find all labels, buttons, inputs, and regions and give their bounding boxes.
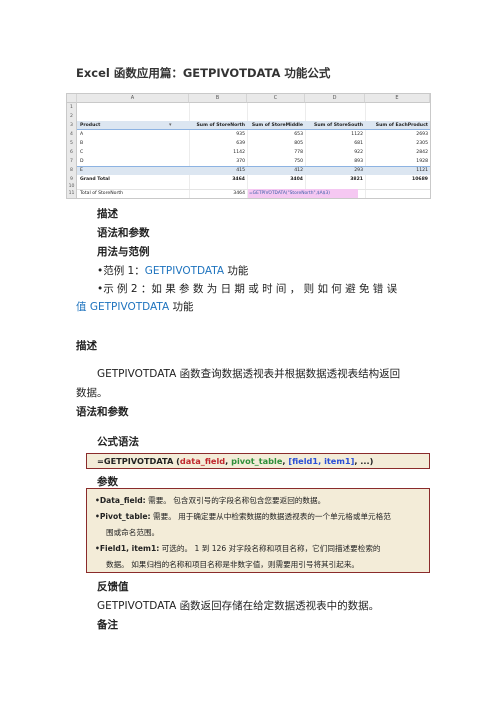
cell-value: 415 <box>236 168 245 173</box>
cell-value: 1142 <box>233 150 245 155</box>
param-data-field: •Data_field: 需要。 包含双引号的字段名称包含您要返回的数据。 <box>95 495 325 506</box>
row-label: C <box>80 150 84 155</box>
cell-value: 653 <box>294 132 303 137</box>
param-field-item: •Field1, item1: 可选的。 1 到 126 对字段名称和项目名称，… <box>95 543 381 554</box>
grand-total-value: 3404 <box>290 177 303 182</box>
param-desc: 可选的。 1 到 126 对字段名称和项目名称，它们同描述要检索的 <box>159 544 381 553</box>
description-line2: 数据。 <box>76 387 108 399</box>
description-line1: GETPIVOTDATA 函数查询数据透视表并根据数据透视表结构返回 <box>97 368 401 380</box>
example-1-link[interactable]: GETPIVOTDATA <box>145 265 224 277</box>
col-header-c: C <box>247 94 305 103</box>
col-header-d: D <box>305 94 365 103</box>
formula-arg-field-item: [field1, item1] <box>288 456 355 466</box>
formula-arg-pivot-table: pivot_table <box>231 456 283 466</box>
example-1-prefix: •范例 1： <box>97 265 145 277</box>
formula-syntax-box: =GETPIVOTDATA (data_field, pivot_table, … <box>86 453 430 469</box>
toc-example-2-line1[interactable]: •示 例 2 ：如 果 参 数 为 日 期 或 时 间 ， 则 如 何 避 免 … <box>97 281 397 296</box>
cell-value: 412 <box>294 168 303 173</box>
row-label: A <box>80 132 84 137</box>
grand-total-value: 10689 <box>412 177 428 182</box>
row-number: 7 <box>67 157 77 166</box>
remarks-heading: 备注 <box>97 619 118 631</box>
return-text: GETPIVOTDATA 函数返回存储在给定数据透视表中的数据。 <box>97 600 380 612</box>
col-header-e: E <box>365 94 430 103</box>
toc-example-2-line2[interactable]: 值 GETPIVOTDATA 功能 <box>76 299 194 314</box>
formula-arg-data-field: data_field <box>179 456 226 466</box>
header-store-south: Sum of StoreSouth <box>314 123 363 128</box>
cell-value: 2693 <box>416 132 428 137</box>
grand-total-value: 3464 <box>232 177 245 182</box>
param-name: •Pivot_table: <box>95 512 151 521</box>
formula-suffix: , ...) <box>354 456 374 466</box>
toc-usage[interactable]: 用法与范例 <box>97 244 150 259</box>
example-2-suffix: 功能 <box>169 301 194 313</box>
cell-value: 935 <box>236 132 245 137</box>
return-heading: 反馈值 <box>97 581 129 593</box>
param-desc: 需要。 包含双引号的字段名称包含您要返回的数据。 <box>145 496 326 505</box>
row-number: 3 <box>67 121 77 130</box>
row-number: 5 <box>67 139 77 148</box>
row-label: D <box>80 159 84 164</box>
formula-function-name: =GETPIVOTDATA ( <box>97 456 180 466</box>
cell-value: 2305 <box>416 141 428 146</box>
col-header-a: A <box>77 94 189 103</box>
row-label: E <box>80 168 83 173</box>
row-number: 2 <box>67 112 77 121</box>
cell-value: 1122 <box>351 132 363 137</box>
param-pivot-table: •Pivot_table: 需要。 用于确定要从中检索数据的数据透视表的一个单元… <box>95 511 391 522</box>
total-row-label: Total of StoreNorth <box>80 191 124 196</box>
param-name: •Field1, item1: <box>95 544 160 553</box>
toc-example-1[interactable]: •范例 1：GETPIVOTDATA 功能 <box>97 263 248 278</box>
row-number: 9 <box>67 175 77 184</box>
cell-value: 639 <box>236 141 245 146</box>
cell-value: 778 <box>294 150 303 155</box>
param-field-item-cont: 数据。 如果归档的名称和项目名称是非数字值，则需要用引号将其引起来。 <box>106 560 360 569</box>
toc-description[interactable]: 描述 <box>97 206 118 221</box>
formula-syntax-heading: 公式语法 <box>97 436 139 448</box>
row-number: 6 <box>67 148 77 157</box>
cell-value: 293 <box>354 168 363 173</box>
header-store-north: Sum of StoreNorth <box>196 123 246 128</box>
params-box: •Data_field: 需要。 包含双引号的字段名称包含您要返回的数据。 •P… <box>86 488 430 573</box>
formula-cell: =GETPIVOTDATA("StoreNorth",$A$3) <box>248 189 358 198</box>
cell-value: 2842 <box>416 150 428 155</box>
spreadsheet-image: A B C D E 1 2 3 4 5 6 7 8 9 10 11 Produc… <box>66 93 431 199</box>
example-2-link[interactable]: GETPIVOTDATA <box>90 301 169 313</box>
grand-total-label: Grand Total <box>80 177 110 182</box>
cell-value: 750 <box>294 159 303 164</box>
row-number: 4 <box>67 130 77 139</box>
corner-cell <box>67 94 77 103</box>
cell-value: 1928 <box>416 159 428 164</box>
row-number: 1 <box>67 103 77 112</box>
col-header-b: B <box>189 94 247 103</box>
param-pivot-table-cont: 围或命名范围。 <box>106 528 160 537</box>
param-desc: 需要。 用于确定要从中检索数据的数据透视表的一个单元格或单元格范 <box>150 512 391 521</box>
row-number: 8 <box>67 166 77 175</box>
row-number: 11 <box>67 189 77 198</box>
cell-value: 893 <box>354 159 363 164</box>
header-product: Product <box>80 123 101 128</box>
description-heading: 描述 <box>76 340 97 352</box>
example-1-suffix: 功能 <box>224 265 249 277</box>
row-label: B <box>80 141 84 146</box>
grand-total-value: 3821 <box>350 177 363 182</box>
syntax-heading: 语法和参数 <box>76 406 129 418</box>
cell-value: 681 <box>354 141 363 146</box>
header-store-middle: Sum of StoreMiddle <box>251 123 303 128</box>
cell-value: 370 <box>236 159 245 164</box>
cell-value: 922 <box>354 150 363 155</box>
cell-value: 1121 <box>416 168 428 173</box>
header-each-product: Sum of EachProduct <box>375 123 428 128</box>
toc-syntax[interactable]: 语法和参数 <box>97 225 150 240</box>
total-row-value: 3464 <box>233 191 245 196</box>
filter-dropdown-icon[interactable]: ▾ <box>167 122 174 128</box>
page-title: Excel 函数应用篇：GETPIVOTDATA 功能公式 <box>76 66 331 80</box>
param-name: •Data_field: <box>95 496 146 505</box>
example-2-prefix: 值 <box>76 301 90 313</box>
params-heading: 参数 <box>97 476 118 488</box>
cell-value: 805 <box>294 141 303 146</box>
